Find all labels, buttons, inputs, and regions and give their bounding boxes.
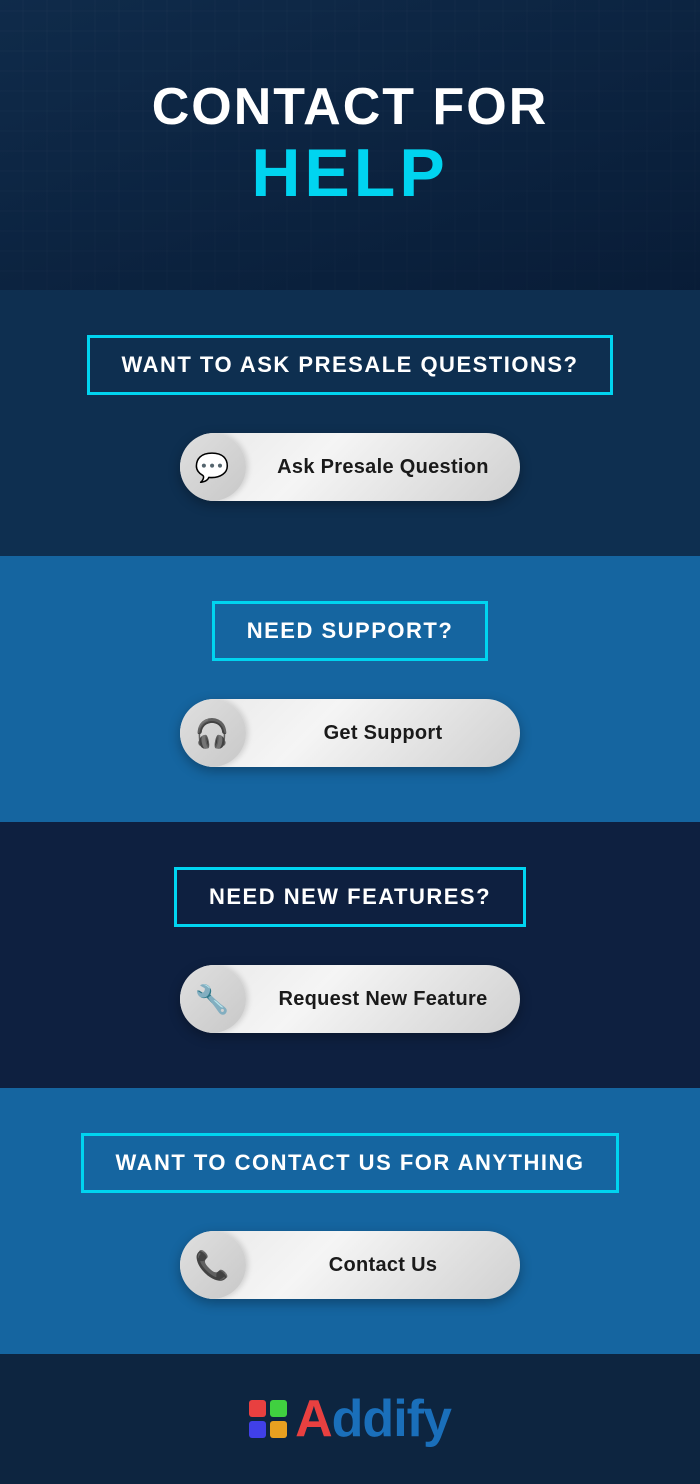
chat-question-icon: 💬 bbox=[195, 451, 230, 484]
contact-button-label: Contact Us bbox=[246, 1254, 520, 1277]
support-button-label: Get Support bbox=[246, 722, 520, 745]
support-section: NEED SUPPORT? 🎧 Get Support bbox=[0, 556, 700, 822]
logo-grid-blue bbox=[249, 1421, 266, 1438]
logo-a-letter: A bbox=[295, 1390, 332, 1448]
features-section: NEED NEW FEATURES? 🔧 Request New Feature bbox=[0, 822, 700, 1088]
logo-grid-icon bbox=[249, 1400, 287, 1438]
contact-section: WANT TO CONTACT US FOR ANYTHING 📞 Contac… bbox=[0, 1088, 700, 1354]
features-heading-text: NEED NEW FEATURES? bbox=[209, 884, 491, 909]
contact-heading-box: WANT TO CONTACT US FOR ANYTHING bbox=[81, 1133, 620, 1193]
hero-section: CONTACT FOR HELP bbox=[0, 0, 700, 290]
presale-icon-wrap: 💬 bbox=[180, 433, 246, 501]
support-heading-box: NEED SUPPORT? bbox=[212, 601, 489, 661]
logo-grid-orange bbox=[270, 1421, 287, 1438]
presale-heading-box: WANT TO ASK PRESALE QUESTIONS? bbox=[87, 335, 614, 395]
logo: Addify bbox=[249, 1393, 451, 1445]
presale-section: WANT TO ASK PRESALE QUESTIONS? 💬 Ask Pre… bbox=[0, 290, 700, 556]
hero-content: CONTACT FOR HELP bbox=[152, 79, 549, 211]
phone-icon: 📞 bbox=[195, 1249, 230, 1282]
contact-icon-wrap: 📞 bbox=[180, 1231, 246, 1299]
wrench-icon: 🔧 bbox=[195, 983, 230, 1016]
hero-title-main: CONTACT FOR bbox=[152, 79, 549, 136]
logo-text: Addify bbox=[295, 1393, 451, 1445]
support-heading-text: NEED SUPPORT? bbox=[247, 618, 454, 643]
logo-grid-green bbox=[270, 1400, 287, 1417]
support-icon-wrap: 🎧 bbox=[180, 699, 246, 767]
contact-heading-text: WANT TO CONTACT US FOR ANYTHING bbox=[116, 1150, 585, 1175]
features-icon-wrap: 🔧 bbox=[180, 965, 246, 1033]
presale-heading-text: WANT TO ASK PRESALE QUESTIONS? bbox=[122, 352, 579, 377]
headset-icon: 🎧 bbox=[195, 717, 230, 750]
features-heading-box: NEED NEW FEATURES? bbox=[174, 867, 526, 927]
footer: Addify bbox=[0, 1354, 700, 1484]
contact-button[interactable]: 📞 Contact Us bbox=[180, 1231, 520, 1299]
presale-button[interactable]: 💬 Ask Presale Question bbox=[180, 433, 520, 501]
features-button[interactable]: 🔧 Request New Feature bbox=[180, 965, 520, 1033]
logo-grid-red bbox=[249, 1400, 266, 1417]
logo-rest: ddify bbox=[332, 1390, 451, 1448]
features-button-label: Request New Feature bbox=[246, 988, 520, 1011]
hero-title-accent: HELP bbox=[152, 136, 549, 211]
presale-button-label: Ask Presale Question bbox=[246, 456, 520, 479]
support-button[interactable]: 🎧 Get Support bbox=[180, 699, 520, 767]
